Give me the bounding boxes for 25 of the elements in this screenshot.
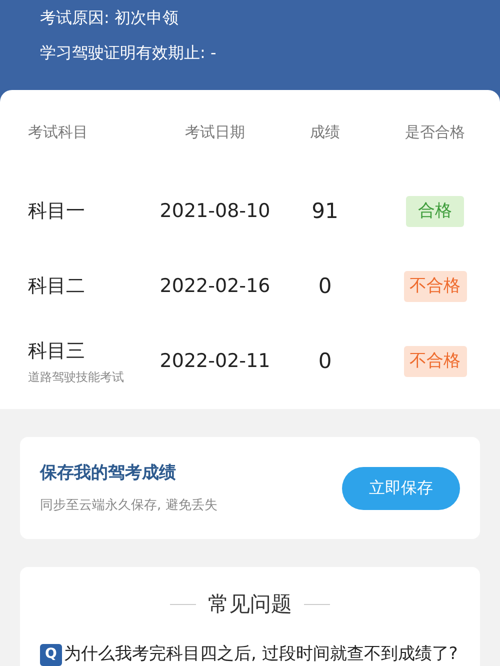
header-line: 考试原因: 初次申领	[40, 7, 180, 29]
question-text: 为什么我考完科目四之后, 过段时间就查不到成绩了?	[64, 642, 458, 666]
question-badge: Q	[40, 644, 62, 666]
date-cell: 2021-08-10	[160, 200, 270, 222]
result-badge: 不合格	[404, 270, 466, 302]
column-header: 成绩	[310, 122, 340, 141]
save-subtitle: 同步至云端永久保存, 避免丢失	[40, 497, 218, 515]
subject-cell-text: 科目三	[28, 339, 86, 364]
score-cell: 0	[318, 348, 332, 373]
result-badge: 合格	[406, 196, 464, 228]
header-line: 学习驾驶证明有效期止: -	[40, 42, 218, 64]
faq-title: 常见问题	[208, 591, 292, 618]
score-cell: 0	[318, 274, 332, 298]
date-cell: 2022-02-16	[160, 275, 270, 298]
date-cell: 2022-02-11	[160, 350, 270, 372]
result-badge: 不合格	[404, 346, 466, 378]
column-header: 考试科目	[28, 122, 88, 141]
subject-cell-text: 科目二	[28, 274, 86, 300]
subject-cell-text: 科目一	[28, 199, 86, 224]
subject-subtitle: 道路驾驶技能考试	[28, 368, 125, 386]
score-cell: 91	[312, 198, 338, 223]
save-button[interactable]: 立即保存	[342, 466, 460, 510]
save-title: 保存我的驾考成绩	[40, 462, 177, 484]
column-header: 是否合格	[405, 122, 465, 141]
column-header: 考试日期	[185, 122, 245, 141]
